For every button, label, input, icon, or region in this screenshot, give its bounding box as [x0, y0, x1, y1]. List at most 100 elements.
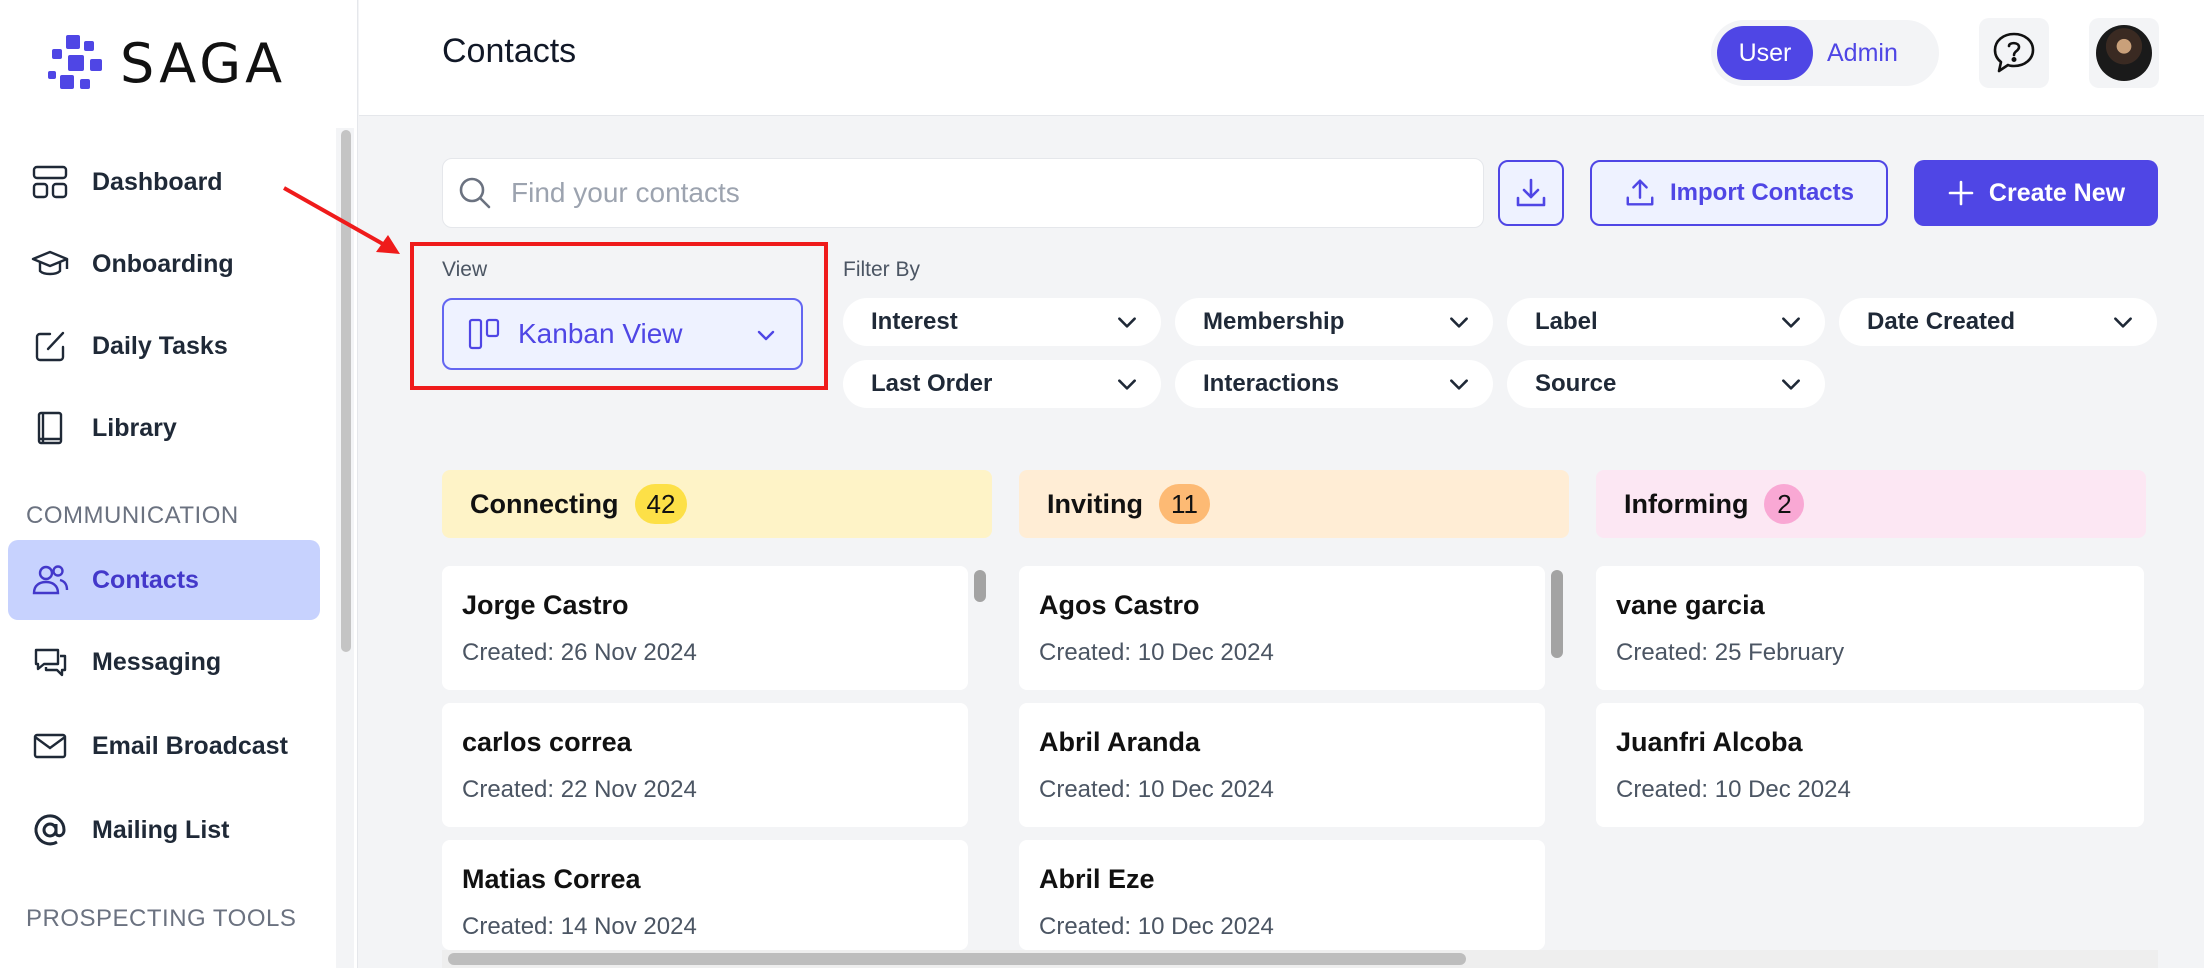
filter-label-dropdown[interactable]: Label [1507, 298, 1825, 346]
filter-label: Label [1535, 308, 1598, 335]
contact-card[interactable]: Abril Aranda Created: 10 Dec 2024 [1019, 703, 1545, 827]
page-title: Contacts [442, 32, 577, 70]
import-contacts-button[interactable]: Import Contacts [1590, 160, 1888, 226]
contact-name: Juanfri Alcoba [1616, 727, 1803, 757]
contact-card[interactable]: vane garcia Created: 25 February [1596, 566, 2144, 690]
contact-created: Created: 10 Dec 2024 [1039, 776, 1274, 803]
sidebar-item-mailing-list[interactable]: Mailing List [8, 790, 320, 870]
sidebar-item-label: Messaging [92, 647, 222, 676]
role-toggle[interactable]: User Admin [1711, 20, 1939, 86]
sidebar-item-email-broadcast[interactable]: Email Broadcast [8, 706, 320, 786]
filter-interest[interactable]: Interest [843, 298, 1161, 346]
column-scrollbar-track [973, 566, 987, 950]
filter-label: Source [1535, 370, 1617, 397]
filter-date-created[interactable]: Date Created [1839, 298, 2157, 346]
column-title: Inviting [1047, 488, 1143, 519]
chevron-down-icon [1118, 317, 1136, 328]
column-count-badge: 42 [634, 484, 688, 524]
filter-label: Date Created [1867, 308, 2016, 335]
column-scrollbar[interactable] [1551, 570, 1563, 658]
sidebar-item-label: Onboarding [92, 249, 234, 278]
view-label: View [442, 258, 488, 281]
search-input[interactable] [511, 177, 1411, 209]
filter-label: Interactions [1203, 370, 1340, 397]
download-button[interactable] [1498, 160, 1564, 226]
annotation-arrow [283, 186, 400, 254]
saga-logo-icon [48, 34, 102, 89]
avatar[interactable] [2089, 18, 2159, 88]
sidebar-item-dashboard[interactable]: Dashboard [8, 142, 320, 222]
role-admin-button[interactable]: Admin [1827, 39, 1898, 68]
contact-name: Abril Aranda [1039, 727, 1201, 757]
filter-label: Interest [871, 308, 958, 335]
mail-icon [33, 733, 67, 759]
sidebar-item-messaging[interactable]: Messaging [8, 622, 320, 702]
chevron-down-icon [1782, 317, 1800, 328]
role-user-button[interactable]: User [1717, 26, 1813, 80]
sidebar-item-label: Email Broadcast [92, 731, 288, 760]
contact-created: Created: 22 Nov 2024 [462, 776, 697, 803]
book-icon [37, 411, 63, 445]
contact-created: Created: 14 Nov 2024 [462, 913, 697, 940]
contact-card[interactable]: Jorge Castro Created: 26 Nov 2024 [442, 566, 968, 690]
create-new-button[interactable]: Create New [1914, 160, 2158, 226]
sidebar-item-label: Dashboard [92, 167, 223, 196]
chevron-down-icon [757, 330, 775, 341]
column-count-badge: 2 [1764, 484, 1805, 524]
filter-by-label: Filter By [843, 258, 921, 281]
contact-card[interactable]: Matias Correa Created: 14 Nov 2024 [442, 840, 968, 950]
search-icon [459, 177, 491, 209]
sidebar-item-contacts[interactable]: Contacts [8, 540, 320, 620]
sidebar-item-label: Contacts [92, 565, 199, 594]
plus-icon [1948, 180, 1974, 206]
contact-name: vane garcia [1616, 590, 1765, 620]
column-count-badge: 11 [1159, 484, 1210, 524]
kanban-column-header-inviting: Inviting 11 [1019, 470, 1569, 538]
contact-card[interactable]: carlos correa Created: 22 Nov 2024 [442, 703, 968, 827]
contact-created: Created: 26 Nov 2024 [462, 639, 697, 666]
contact-name: Agos Castro [1039, 590, 1200, 620]
filter-label: Membership [1203, 308, 1345, 335]
edit-square-icon [35, 331, 65, 362]
contact-name: Matias Correa [462, 864, 641, 894]
filter-interactions[interactable]: Interactions [1175, 360, 1493, 408]
view-select[interactable]: Kanban View [442, 298, 803, 370]
top-header: Contacts User Admin [359, 0, 2204, 116]
sidebar-item-label: Library [92, 413, 177, 442]
contact-created: Created: 25 February [1616, 639, 1845, 666]
view-select-value: Kanban View [518, 318, 683, 349]
kanban-horizontal-scrollbar[interactable] [448, 953, 1466, 965]
sidebar: SAGA Dashboard Onboarding Daily Tasks Li… [0, 0, 358, 968]
chat-bubbles-icon [34, 648, 67, 677]
users-icon [32, 565, 69, 595]
help-button[interactable] [1979, 18, 2049, 88]
section-label-prospecting-tools: PROSPECTING TOOLS [26, 905, 297, 932]
contact-name: Jorge Castro [462, 590, 629, 620]
filter-label: Last Order [871, 370, 993, 397]
create-new-label: Create New [1988, 178, 2126, 207]
kanban-column-header-informing: Informing 2 [1596, 470, 2146, 538]
sidebar-item-library[interactable]: Library [8, 388, 320, 468]
column-scrollbar[interactable] [974, 570, 986, 602]
chevron-down-icon [1450, 317, 1468, 328]
sidebar-item-daily-tasks[interactable]: Daily Tasks [8, 306, 320, 386]
dashboard-icon [32, 165, 68, 199]
contact-name: Abril Eze [1039, 864, 1155, 894]
contact-card[interactable]: Juanfri Alcoba Created: 10 Dec 2024 [1596, 703, 2144, 827]
filter-membership[interactable]: Membership [1175, 298, 1493, 346]
kanban-icon [468, 318, 500, 350]
chevron-down-icon [2114, 317, 2132, 328]
filter-last-order[interactable]: Last Order [843, 360, 1161, 408]
contact-name: carlos correa [462, 727, 632, 757]
sidebar-item-onboarding[interactable]: Onboarding [8, 224, 320, 304]
logo-text: SAGA [120, 32, 287, 95]
chevron-down-icon [1782, 379, 1800, 390]
saga-logo[interactable]: SAGA [48, 32, 286, 95]
search-bar[interactable] [442, 158, 1484, 228]
filter-source[interactable]: Source [1507, 360, 1825, 408]
at-sign-icon [34, 814, 66, 846]
sidebar-item-label: Mailing List [92, 815, 230, 844]
contact-card[interactable]: Agos Castro Created: 10 Dec 2024 [1019, 566, 1545, 690]
contact-card[interactable]: Abril Eze Created: 10 Dec 2024 [1019, 840, 1545, 950]
graduation-cap-icon [31, 250, 69, 276]
